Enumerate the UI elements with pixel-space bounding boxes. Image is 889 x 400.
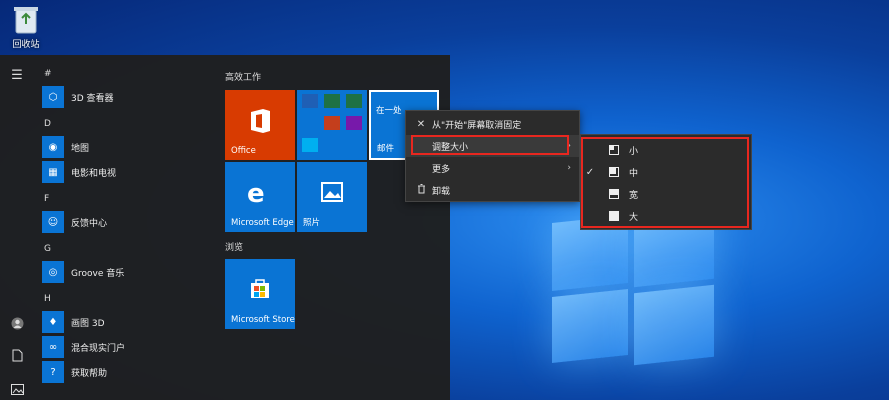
app-3d-viewer[interactable]: ⬡ 3D 查看器	[42, 85, 114, 109]
tile-office-apps-folder[interactable]	[297, 90, 367, 160]
onedrive-icon	[302, 116, 318, 130]
skype-icon	[302, 138, 318, 152]
app-name: 获取帮助	[71, 368, 108, 379]
letter-header[interactable]: D	[44, 119, 51, 129]
word-icon	[302, 94, 318, 108]
menu-item-label: 从"开始"屏幕取消固定	[432, 120, 522, 131]
app-paint-3d[interactable]: ♦ 画图 3D	[42, 310, 105, 334]
menu-item-label: 卸载	[432, 186, 451, 197]
chevron-right-icon: ›	[567, 163, 571, 173]
start-rail: ☰	[0, 55, 34, 400]
mixed-reality-icon: ∞	[42, 336, 64, 358]
recycle-bin[interactable]: 回收站	[6, 4, 46, 50]
app-groove-music[interactable]: ◎ Groove 音乐	[42, 260, 124, 284]
onenote-icon	[346, 116, 362, 130]
app-list: # ⬡ 3D 查看器 D ◉ 地图 ▦ 电影和电视 F ☺ 反馈中心 G ◎ G…	[34, 55, 220, 400]
letter-header[interactable]: G	[44, 244, 51, 254]
menu-item-unpin[interactable]: ✕ 从"开始"屏幕取消固定	[406, 113, 579, 135]
menu-item-label: 更多	[432, 164, 451, 175]
paint-drop-icon: ♦	[42, 311, 64, 333]
film-icon: ▦	[42, 161, 64, 183]
map-pin-icon: ◉	[42, 136, 64, 158]
tile-microsoft-edge[interactable]: e Microsoft Edge	[225, 162, 295, 232]
letter-header[interactable]: F	[44, 194, 49, 204]
hamburger-menu-icon[interactable]: ☰	[0, 63, 34, 87]
unpin-icon: ✕	[416, 118, 426, 130]
music-disc-icon: ◎	[42, 261, 64, 283]
tile-label: Microsoft Edge	[231, 218, 294, 228]
store-icon	[251, 279, 269, 298]
start-menu: ☰ # ⬡ 3D 查看器 D ◉ 地图 ▦ 电影和电视 F ☺ 反馈中心 G ◎…	[0, 55, 450, 400]
tile-office[interactable]: Office	[225, 90, 295, 160]
documents-icon[interactable]	[0, 343, 34, 367]
app-feedback-hub[interactable]: ☺ 反馈中心	[42, 210, 107, 234]
cube-icon: ⬡	[42, 86, 64, 108]
tile-label: 照片	[303, 218, 321, 228]
app-name: 混合现实门户	[71, 343, 126, 354]
menu-item-uninstall[interactable]: 卸载	[406, 179, 579, 201]
letter-header[interactable]: #	[44, 69, 52, 79]
office-icon	[251, 109, 270, 133]
group-title-productivity[interactable]: 高效工作	[225, 70, 261, 83]
excel-icon	[324, 94, 340, 108]
windows-logo-wallpaper	[548, 204, 718, 380]
app-maps[interactable]: ◉ 地图	[42, 135, 89, 159]
app-name: 反馈中心	[71, 218, 108, 229]
app-name: 地图	[71, 143, 90, 154]
excel-icon	[346, 94, 362, 108]
feedback-icon: ☺	[42, 211, 64, 233]
tile-microsoft-store[interactable]: Microsoft Store	[225, 259, 295, 329]
mail-tile-text: 在一处	[376, 106, 402, 116]
menu-item-more[interactable]: 更多 ›	[406, 157, 579, 179]
app-mixed-reality-portal[interactable]: ∞ 混合现实门户	[42, 335, 125, 359]
letter-header[interactable]: H	[44, 294, 51, 304]
recycle-bin-icon	[13, 4, 39, 34]
app-name: 画图 3D	[71, 318, 105, 329]
app-movies-tv[interactable]: ▦ 电影和电视	[42, 160, 116, 184]
recycle-bin-label: 回收站	[12, 40, 40, 50]
app-get-help[interactable]: ? 获取帮助	[42, 360, 107, 384]
tile-label: 邮件	[377, 144, 395, 154]
app-name: Groove 音乐	[71, 268, 125, 279]
user-avatar-icon[interactable]	[0, 311, 34, 335]
highlight-box-submenu	[581, 137, 749, 228]
tile-label: Office	[231, 146, 256, 156]
app-name: 3D 查看器	[71, 93, 114, 104]
app-name: 电影和电视	[71, 168, 117, 179]
powerpoint-icon	[324, 116, 340, 130]
highlight-box-resize	[411, 135, 569, 155]
edge-icon: e	[247, 179, 265, 209]
tile-context-menu: ✕ 从"开始"屏幕取消固定 调整大小 › 更多 › 卸载	[405, 110, 580, 202]
tile-label: Microsoft Store	[231, 315, 295, 325]
trash-icon	[410, 183, 432, 197]
tile-photos[interactable]: 照片	[297, 162, 367, 232]
pictures-icon[interactable]	[0, 377, 34, 400]
photos-icon	[321, 182, 343, 202]
help-icon: ?	[42, 361, 64, 383]
group-title-browse[interactable]: 浏览	[225, 240, 243, 253]
